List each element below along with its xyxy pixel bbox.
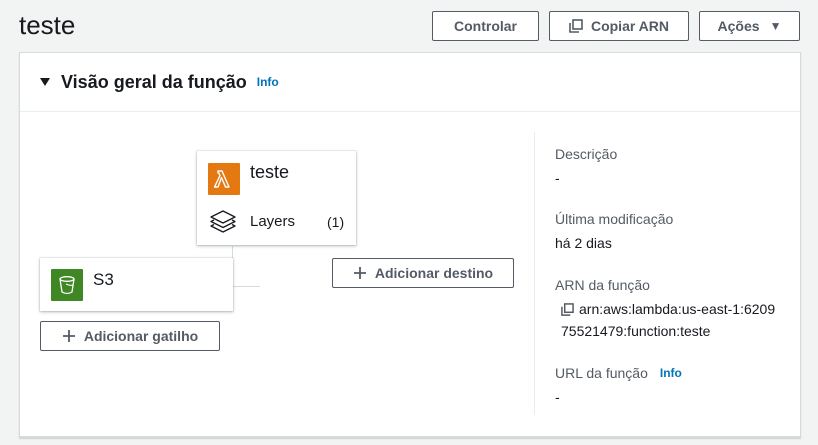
add-trigger-button[interactable]: Adicionar gatilho [40, 321, 220, 351]
last-modified-value: há 2 dias [555, 235, 612, 251]
url-info-link[interactable]: Info [660, 366, 682, 380]
layers-label: Layers [250, 213, 296, 230]
page-title: teste [19, 10, 76, 40]
function-overview-panel: Visão geral da função Info teste Layers … [19, 52, 801, 438]
collapse-toggle-icon[interactable] [40, 78, 50, 86]
copy-arn-button-label: Copiar ARN [590, 18, 670, 34]
copy-arn-button[interactable]: Copiar ARN [549, 11, 689, 41]
panel-header[interactable]: Visão geral da função Info [20, 53, 800, 112]
add-trigger-label: Adicionar gatilho [83, 328, 199, 344]
plus-icon [62, 329, 76, 343]
function-name: teste [250, 162, 290, 182]
last-modified-label: Última modificação [555, 211, 674, 227]
details-divider [534, 132, 535, 415]
throttle-button[interactable]: Controlar [432, 11, 539, 41]
copy-icon [569, 19, 583, 33]
lambda-icon [208, 163, 240, 195]
throttle-button-label: Controlar [454, 18, 517, 34]
copy-arn-icon[interactable] [561, 303, 574, 321]
actions-dropdown-button[interactable]: Ações ▼ [699, 11, 800, 41]
connector-line [232, 246, 260, 287]
description-value: - [555, 170, 560, 186]
function-arn-line1: arn:aws:lambda:us-east-1:6209 [579, 301, 776, 317]
function-arn-line2: 75521479:function:teste [561, 323, 711, 339]
description-label: Descrição [555, 146, 618, 162]
s3-bucket-icon [51, 269, 83, 301]
s3-trigger-card[interactable]: S3 [40, 258, 233, 311]
caret-down-icon: ▼ [769, 19, 782, 33]
function-url-value: - [555, 389, 560, 405]
plus-icon [353, 266, 367, 280]
function-url-label: URL da função [555, 365, 648, 381]
add-destination-button[interactable]: Adicionar destino [332, 258, 514, 288]
trigger-name: S3 [93, 270, 114, 289]
function-card[interactable]: teste Layers (1) [197, 151, 356, 245]
layers-icon [208, 209, 238, 240]
actions-button-label: Ações [717, 18, 760, 34]
panel-title: Visão geral da função [61, 71, 247, 92]
function-url-label-row: URL da função Info [555, 365, 682, 381]
layers-row[interactable]: Layers (1) [197, 203, 356, 239]
info-link[interactable]: Info [257, 75, 279, 89]
function-arn-label: ARN da função [555, 277, 650, 293]
layers-count: (1) [327, 214, 345, 230]
add-destination-label: Adicionar destino [374, 265, 494, 281]
